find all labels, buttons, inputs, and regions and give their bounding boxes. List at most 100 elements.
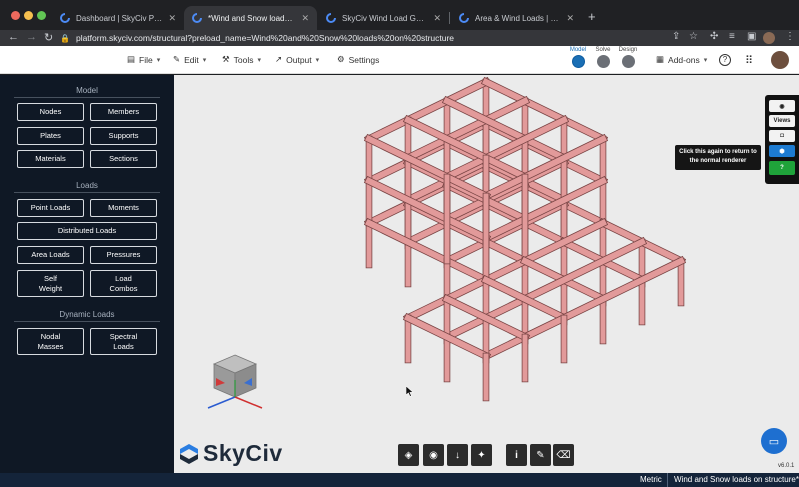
app-header: ▤ File ▾ ✎ Edit ▾ ⚒ Tools ▾ ↗ Output ▾ ⚙ Settings… (0, 46, 799, 74)
pencil-draw-icon[interactable]: ✎ (530, 444, 551, 466)
new-tab-button[interactable]: + (588, 9, 596, 24)
apps-grid-icon[interactable]: ⠿ (745, 54, 753, 67)
status-divider (667, 473, 668, 487)
pressures-button[interactable]: Pressures (90, 246, 157, 264)
reload-icon[interactable]: ↻ (44, 31, 53, 44)
workflow-design[interactable]: Design (617, 47, 639, 68)
chat-support-icon[interactable]: ▭ (761, 428, 787, 454)
view-cube-icon[interactable] (200, 350, 270, 416)
skyciv-favicon-icon (60, 13, 70, 23)
structure-beam[interactable] (480, 255, 687, 362)
structure-beam[interactable] (402, 217, 609, 324)
bookmark-star-icon[interactable]: ☆ (689, 31, 698, 42)
pencil-icon: ✎ (173, 54, 181, 64)
skyciv-logo-mark-icon (180, 443, 198, 464)
tooltip-line1: Click this again to return to (679, 149, 757, 155)
eye-toggle-icon[interactable]: ◉ (423, 444, 444, 466)
spectral-loads-button[interactable]: Spectral Loads (90, 328, 157, 355)
renderer-cube-icon[interactable]: ⬢ (769, 145, 795, 157)
url-text: platform.skyciv.com/structural?preload_n… (75, 33, 455, 43)
lock-icon: 🔒 (60, 33, 70, 43)
spectral-loads-label-line1: Spectral (109, 332, 138, 342)
reading-list-icon[interactable]: ≡ (729, 31, 735, 42)
plates-button[interactable]: Plates (17, 127, 84, 145)
forward-arrow-icon[interactable]: → (26, 31, 37, 43)
tab-close-icon[interactable]: ✕ (566, 13, 574, 24)
area-loads-button[interactable]: Area Loads (17, 246, 84, 264)
chevron-down-icon: ▾ (315, 56, 320, 64)
chevron-down-icon: ▾ (202, 56, 207, 64)
profile-avatar[interactable] (763, 32, 775, 44)
workflow-solve[interactable]: Solve (594, 47, 612, 68)
lightbulb-icon[interactable]: ✦ (471, 444, 492, 466)
sections-button[interactable]: Sections (90, 150, 157, 168)
sidebar: Model Nodes Members Plates Supports Mate… (0, 75, 174, 473)
supports-button[interactable]: Supports (90, 127, 157, 145)
views-button[interactable]: Views (769, 115, 795, 127)
address-bar-row: ← → ↻ 🔒 platform.skyciv.com/structural?p… (0, 30, 799, 46)
tab-close-icon[interactable]: ✕ (433, 13, 441, 24)
solve-step-icon (596, 55, 610, 68)
file-menu[interactable]: ▤ File ▾ (127, 54, 160, 65)
nodes-button[interactable]: Nodes (17, 103, 84, 121)
tooltip-line2: the normal renderer (689, 157, 747, 164)
chevron-down-icon: ▾ (257, 56, 261, 64)
dynamic-loads-section-title: Dynamic Loads (14, 310, 160, 322)
settings-menu-label: Settings (348, 54, 380, 65)
file-icon: ▤ (127, 54, 136, 64)
user-avatar[interactable] (771, 51, 789, 69)
model-viewport[interactable] (174, 75, 799, 473)
addons-menu[interactable]: ▦ Add-ons ▾ (656, 54, 707, 65)
back-arrow-icon[interactable]: ← (8, 31, 19, 43)
side-panel-icon[interactable]: ▣ (747, 31, 756, 42)
structure-beam[interactable] (441, 236, 648, 343)
browser-tab-wind-generator[interactable]: SkyCiv Wind Load Generator | ✕ (318, 6, 449, 30)
help-question-icon[interactable]: ? (769, 161, 795, 175)
self-weight-label-line2: Weight (38, 283, 63, 293)
visibility-eye-icon[interactable]: ◉ (769, 100, 795, 112)
maximize-window-dot[interactable] (37, 11, 46, 20)
nodal-masses-label-line2: Masses (37, 341, 64, 351)
materials-button[interactable]: Materials (17, 150, 84, 168)
units-label[interactable]: Metric (640, 475, 662, 484)
model-step-icon (571, 55, 585, 68)
tab-divider (449, 12, 450, 24)
members-button[interactable]: Members (90, 103, 157, 121)
workflow-solve-label: Solve (595, 47, 611, 53)
eraser-icon[interactable]: ⌫ (553, 444, 574, 466)
minimize-window-dot[interactable] (24, 11, 33, 20)
render-mode-icon[interactable]: ◈ (398, 444, 419, 466)
load-combos-button[interactable]: Load Combos (90, 270, 157, 297)
model-section-title: Model (14, 86, 160, 98)
browser-tab-wind-snow[interactable]: *Wind and Snow loads on struc ✕ (184, 6, 317, 30)
url-field[interactable]: 🔒 platform.skyciv.com/structural?preload… (60, 30, 700, 46)
gear-icon: ⚙ (337, 54, 345, 64)
distributed-loads-button[interactable]: Distributed Loads (17, 222, 157, 240)
share-icon[interactable]: ⇪ (672, 31, 680, 42)
camera-screenshot-icon[interactable]: ◘ (769, 130, 795, 142)
point-loads-button[interactable]: Point Loads (17, 199, 84, 217)
self-weight-button[interactable]: Self Weight (17, 270, 84, 297)
more-vertical-icon[interactable]: ⋮ (785, 31, 795, 42)
download-arrow-icon[interactable]: ↓ (447, 444, 468, 466)
browser-tab-dashboard[interactable]: Dashboard | SkyCiv Platform ✕ (52, 6, 184, 30)
status-bar: Metric Wind and Snow loads on structure* (0, 473, 799, 487)
settings-menu[interactable]: ⚙ Settings (337, 54, 379, 65)
edit-menu-label: Edit (184, 54, 199, 65)
self-weight-label-line1: Self (44, 274, 57, 284)
moments-button[interactable]: Moments (90, 199, 157, 217)
output-menu[interactable]: ↗ Output ▾ (275, 54, 319, 65)
info-icon[interactable]: i (506, 444, 527, 466)
close-window-dot[interactable] (11, 11, 20, 20)
edit-menu[interactable]: ✎ Edit ▾ (173, 54, 206, 65)
tab-close-icon[interactable]: ✕ (168, 13, 176, 24)
nodal-masses-label-line1: Nodal (40, 332, 61, 342)
tab-close-icon[interactable]: ✕ (301, 13, 309, 24)
workflow-model[interactable]: Model (568, 47, 588, 68)
nodal-masses-button[interactable]: Nodal Masses (17, 328, 84, 355)
help-icon[interactable]: ? (719, 54, 731, 66)
tools-menu[interactable]: ⚒ Tools ▾ (222, 54, 261, 65)
extensions-puzzle-icon[interactable]: ✣ (710, 31, 718, 42)
addons-label: Add-ons (668, 54, 700, 65)
browser-tab-area-wind[interactable]: Area & Wind Loads | SkyCiv En ✕ (451, 6, 582, 30)
